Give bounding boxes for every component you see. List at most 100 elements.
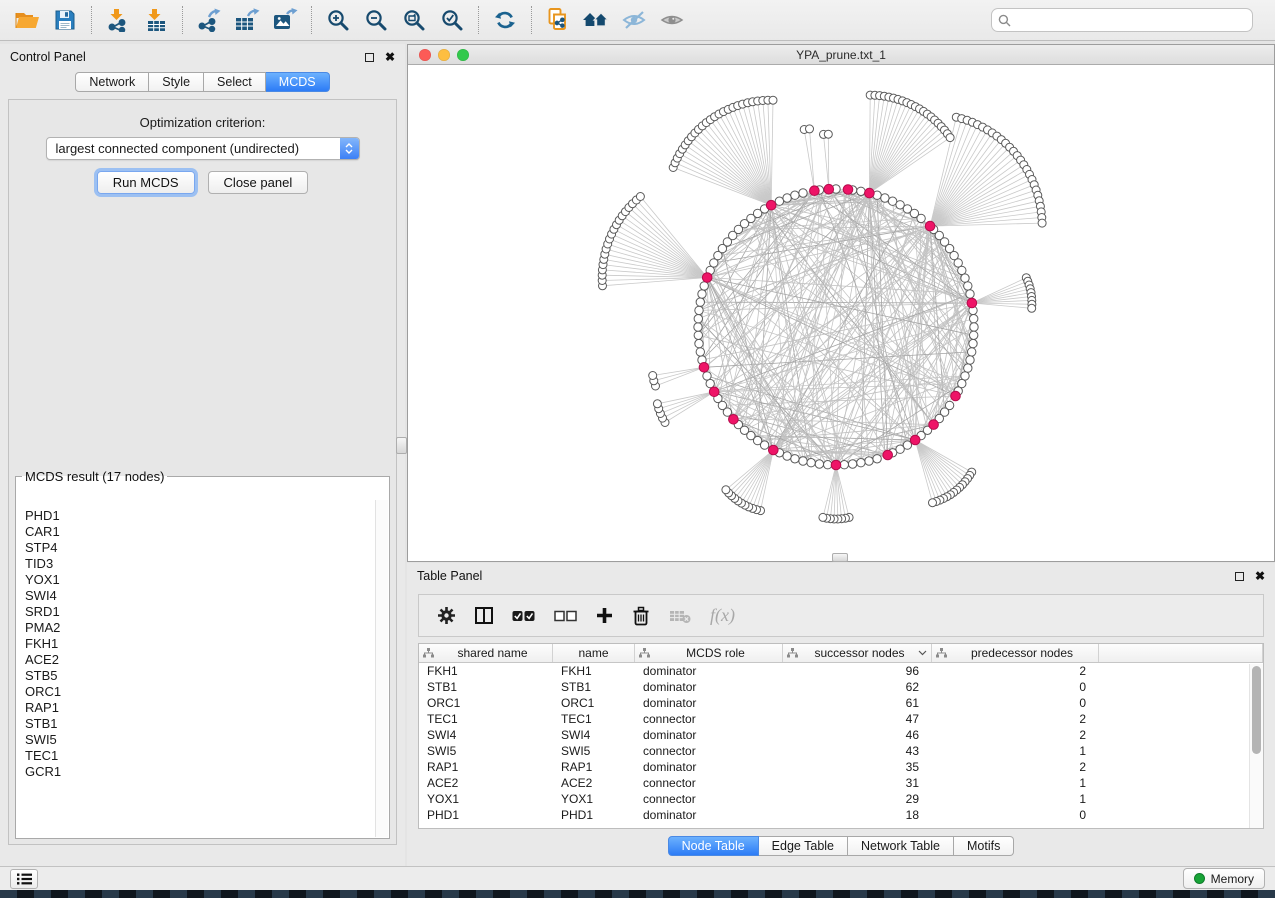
graph-node[interactable]: [857, 187, 865, 195]
network-canvas[interactable]: [408, 65, 1274, 561]
graph-hub-node[interactable]: [951, 391, 961, 401]
table-cell[interactable]: 61: [783, 695, 932, 711]
graph-hub-node[interactable]: [729, 415, 739, 425]
table-cell[interactable]: 2: [932, 711, 1099, 727]
table-cell[interactable]: ACE2: [553, 775, 635, 791]
import-table-button[interactable]: [137, 3, 175, 37]
table-cell[interactable]: 2: [932, 663, 1099, 679]
minimize-window-icon[interactable]: [438, 49, 450, 61]
duplicate-network-button[interactable]: [539, 3, 577, 37]
column-header-predecessor-nodes[interactable]: predecessor nodes: [932, 644, 1099, 662]
table-cell[interactable]: dominator: [635, 695, 783, 711]
horizontal-splitter-handle[interactable]: [832, 553, 848, 562]
table-cell[interactable]: 96: [783, 663, 932, 679]
table-cell[interactable]: TEC1: [553, 711, 635, 727]
task-history-button[interactable]: [10, 869, 38, 889]
search-input[interactable]: [1015, 13, 1246, 27]
hide-selected-button[interactable]: [615, 3, 653, 37]
graph-node[interactable]: [815, 460, 823, 468]
table-row[interactable]: FKH1FKH1dominator962: [419, 663, 1263, 679]
table-cell[interactable]: connector: [635, 791, 783, 807]
table-cell[interactable]: 0: [932, 679, 1099, 695]
deselect-all-button[interactable]: [554, 609, 577, 623]
table-cell[interactable]: 1: [932, 775, 1099, 791]
graph-node[interactable]: [696, 298, 704, 306]
graph-leaf-node[interactable]: [1038, 219, 1046, 227]
graph-node[interactable]: [695, 339, 703, 347]
table-cell[interactable]: 0: [932, 695, 1099, 711]
column-header-shared-name[interactable]: shared name: [419, 644, 553, 662]
table-cell[interactable]: 31: [783, 775, 932, 791]
graph-node[interactable]: [695, 306, 703, 314]
criterion-select[interactable]: largest connected component (undirected): [46, 137, 360, 160]
table-cell[interactable]: 2: [932, 727, 1099, 743]
table-cell[interactable]: RAP1: [553, 759, 635, 775]
tab-mcds[interactable]: MCDS: [266, 72, 330, 92]
graph-hub-node[interactable]: [709, 387, 719, 397]
table-cell[interactable]: dominator: [635, 759, 783, 775]
maximize-window-icon[interactable]: [457, 49, 469, 61]
mcds-result-item[interactable]: PHD1: [25, 508, 374, 524]
graph-node[interactable]: [807, 459, 815, 467]
mcds-result-item[interactable]: STP4: [25, 540, 374, 556]
table-cell[interactable]: STB1: [553, 679, 635, 695]
tab-node-table[interactable]: Node Table: [668, 836, 759, 856]
graph-leaf-node[interactable]: [819, 513, 827, 521]
open-file-button[interactable]: [8, 3, 46, 37]
table-cell[interactable]: ORC1: [553, 695, 635, 711]
graph-node[interactable]: [970, 331, 978, 339]
graph-node[interactable]: [840, 461, 848, 469]
result-scrollbar[interactable]: [375, 500, 388, 837]
graph-leaf-node[interactable]: [824, 130, 832, 138]
graph-leaf-node[interactable]: [649, 372, 657, 380]
close-window-icon[interactable]: [419, 49, 431, 61]
close-panel-icon[interactable]: ✖: [1255, 572, 1265, 581]
mcds-result-item[interactable]: ACE2: [25, 652, 374, 668]
run-mcds-button[interactable]: Run MCDS: [97, 171, 195, 194]
graph-hub-node[interactable]: [702, 273, 712, 283]
table-cell[interactable]: 18: [783, 807, 932, 823]
graph-leaf-node[interactable]: [653, 400, 661, 408]
table-cell[interactable]: TEC1: [419, 711, 553, 727]
graph-node[interactable]: [694, 315, 702, 323]
graph-node[interactable]: [791, 455, 799, 463]
first-neighbors-button[interactable]: [577, 3, 615, 37]
table-cell[interactable]: 2: [932, 759, 1099, 775]
graph-hub-node[interactable]: [910, 435, 920, 445]
zoom-selected-button[interactable]: [433, 3, 471, 37]
table-cell[interactable]: ACE2: [419, 775, 553, 791]
graph-node[interactable]: [700, 282, 708, 290]
table-cell[interactable]: 62: [783, 679, 932, 695]
graph-node[interactable]: [961, 372, 969, 380]
graph-node[interactable]: [698, 290, 706, 298]
close-panel-icon[interactable]: ✖: [385, 53, 395, 62]
graph-leaf-node[interactable]: [769, 96, 777, 104]
table-cell[interactable]: SWI4: [553, 727, 635, 743]
graph-hub-node[interactable]: [929, 420, 939, 430]
mcds-result-item[interactable]: GCR1: [25, 764, 374, 780]
graph-node[interactable]: [964, 364, 972, 372]
float-panel-icon[interactable]: [1235, 572, 1244, 581]
table-scrollbar[interactable]: [1249, 664, 1263, 828]
graph-node[interactable]: [824, 461, 832, 469]
tab-edge-table[interactable]: Edge Table: [759, 836, 848, 856]
tab-select[interactable]: Select: [204, 72, 266, 92]
tab-network[interactable]: Network: [75, 72, 149, 92]
mcds-result-item[interactable]: SRD1: [25, 604, 374, 620]
graph-hub-node[interactable]: [766, 200, 776, 210]
graph-node[interactable]: [968, 348, 976, 356]
graph-node[interactable]: [696, 348, 704, 356]
graph-hub-node[interactable]: [810, 186, 820, 196]
graph-node[interactable]: [857, 459, 865, 467]
float-panel-icon[interactable]: [365, 53, 374, 62]
table-cell[interactable]: FKH1: [419, 663, 553, 679]
mcds-result-item[interactable]: RAP1: [25, 700, 374, 716]
graph-hub-node[interactable]: [831, 460, 841, 470]
table-cell[interactable]: PHD1: [553, 807, 635, 823]
table-cell[interactable]: dominator: [635, 663, 783, 679]
export-image-button[interactable]: [266, 3, 304, 37]
table-cell[interactable]: 0: [932, 807, 1099, 823]
column-header-MCDS-role[interactable]: MCDS role: [635, 644, 783, 662]
graph-node[interactable]: [970, 315, 978, 323]
graph-hub-node[interactable]: [925, 221, 935, 231]
